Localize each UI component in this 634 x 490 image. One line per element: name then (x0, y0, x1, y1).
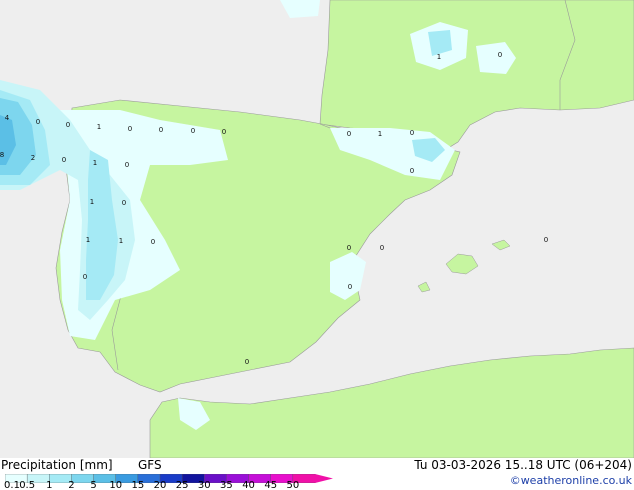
value-label: 0 (83, 273, 87, 281)
value-label: 0 (222, 128, 226, 136)
scale-tick-label: 15 (131, 480, 145, 490)
map-canvas[interactable]: 1 0 4 0 0 1 0 0 0 0 8 2 0 1 0 0 1 0 0 1 … (0, 0, 634, 458)
scale-tick-label: 1 (46, 480, 53, 490)
value-label: 2 (31, 154, 35, 162)
scale-tick-label: 20 (153, 480, 167, 490)
value-label: 0 (348, 283, 352, 291)
value-label: 1 (93, 159, 97, 167)
scale-tick-label: 0.1 (4, 480, 20, 490)
value-label: 0 (62, 156, 66, 164)
scale-tick-label: 35 (220, 480, 233, 490)
credit-link[interactable]: ©weatheronline.co.uk (510, 474, 632, 487)
value-label: 1 (119, 237, 123, 245)
value-label: 0 (410, 129, 414, 137)
precipitation-map-view: { "header": { "title": "Precipitation [m… (0, 0, 634, 490)
value-label: 1 (90, 198, 94, 206)
scale-overflow-arrow (315, 474, 333, 483)
value-label: 1 (86, 236, 90, 244)
value-label: 0 (159, 126, 163, 134)
value-label: 0 (122, 199, 126, 207)
value-label: 8 (0, 151, 4, 159)
scale-tick-label: 10 (109, 480, 123, 490)
value-label: 4 (5, 114, 10, 122)
scale-tick-label: 50 (286, 480, 300, 490)
value-label: 0 (498, 51, 502, 59)
value-label: 0 (380, 244, 384, 252)
value-label: 0 (245, 358, 249, 366)
valid-time: Tu 03-03-2026 15..18 UTC (06+204) (414, 458, 632, 472)
value-label: 1 (378, 130, 382, 138)
map-title: Precipitation [mm] (1, 458, 113, 472)
value-label: 0 (36, 118, 40, 126)
scale-tick-label: 45 (264, 480, 278, 490)
value-label: 0 (191, 127, 195, 135)
scale-tick-label: 25 (175, 480, 189, 490)
value-label: 1 (97, 123, 101, 131)
scale-tick-label: 30 (197, 480, 211, 490)
value-label: 0 (66, 121, 70, 129)
value-label: 0 (410, 167, 414, 175)
scale-tick-label: 0.5 (19, 480, 36, 490)
scale-tick-label: 2 (68, 480, 75, 490)
value-label: 1 (437, 53, 441, 61)
value-label: 0 (544, 236, 548, 244)
value-label: 0 (128, 125, 132, 133)
value-label: 0 (347, 130, 351, 138)
value-label: 0 (151, 238, 155, 246)
model-name: GFS (138, 458, 162, 472)
scale-tick-label: 5 (90, 480, 97, 490)
value-label: 0 (125, 161, 129, 169)
scale-tick-label: 40 (242, 480, 255, 490)
value-label: 0 (347, 244, 351, 252)
